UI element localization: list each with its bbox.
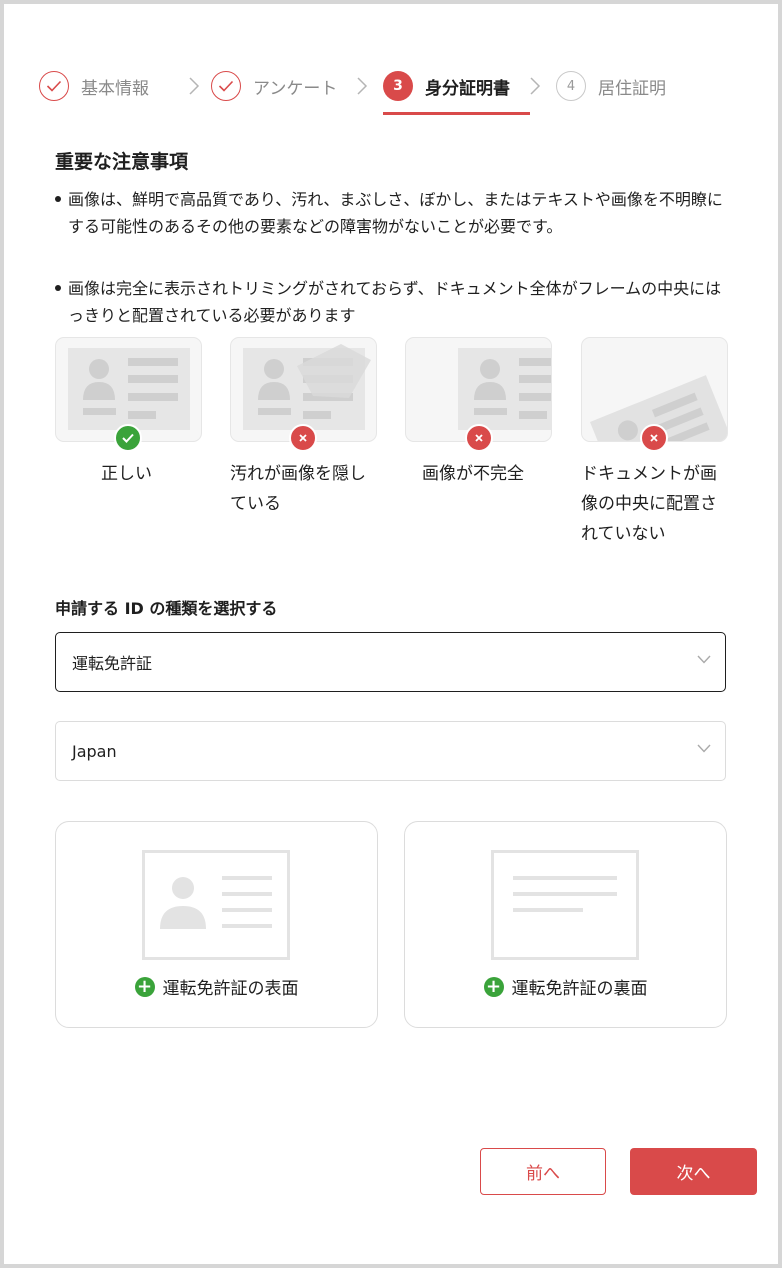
step-basic-info[interactable]: 基本情報 xyxy=(39,64,149,108)
close-icon xyxy=(289,424,317,452)
example-caption: ドキュメントが画像の中央に配置されていない xyxy=(581,464,717,544)
step-label: アンケート xyxy=(253,78,338,99)
country-value: Japan xyxy=(72,741,117,761)
example-caption: 画像が不完全 xyxy=(422,464,524,484)
check-icon xyxy=(114,424,142,452)
country-select[interactable]: Japan xyxy=(55,721,726,781)
upload-back[interactable]: + 運転免許証の裏面 xyxy=(404,821,727,1028)
id-card-back-icon xyxy=(491,850,639,960)
upload-front-text: 運転免許証の表面 xyxy=(162,979,299,999)
notice-bullet: 画像は完全に表示されトリミングがされておらず、ドキュメント全体がフレームの中央に… xyxy=(55,275,735,329)
plus-icon: + xyxy=(134,976,155,997)
notice-bullet: 画像は、鮮明で高品質であり、汚れ、まぶしさ、ぼかし、またはテキストや画像を不明瞭… xyxy=(55,186,735,240)
example-caption: 正しい xyxy=(101,464,152,484)
step-number: 3 xyxy=(383,71,413,101)
chevron-right-icon xyxy=(189,77,200,95)
id-card-front-icon xyxy=(142,850,290,960)
chevron-down-icon xyxy=(697,655,711,664)
next-button[interactable]: 次へ xyxy=(630,1148,757,1195)
upload-back-text: 運転免許証の裏面 xyxy=(511,979,648,999)
notice-bullet-text: 画像は、鮮明で高品質であり、汚れ、まぶしさ、ぼかし、またはテキストや画像を不明瞭… xyxy=(68,190,723,236)
upload-back-label: + 運転免許証の裏面 xyxy=(405,974,726,999)
step-number: 4 xyxy=(556,71,586,101)
chevron-right-icon xyxy=(530,77,541,95)
page-frame: 基本情報 アンケート 3 身分証明書 4 居住証明 重要な注意事項 画像は、鮮明… xyxy=(4,4,778,1264)
step-id-document[interactable]: 3 身分証明書 xyxy=(383,64,510,108)
id-type-title: 申請する ID の種類を選択する xyxy=(55,599,278,618)
prev-button[interactable]: 前へ xyxy=(480,1148,606,1195)
example-caption: 汚れが画像を隠している xyxy=(230,464,366,514)
notice-title: 重要な注意事項 xyxy=(55,151,189,173)
plus-icon: + xyxy=(483,976,504,997)
active-step-underline xyxy=(383,112,530,115)
upload-front-label: + 運転免許証の表面 xyxy=(56,974,377,999)
bullet-dot xyxy=(55,196,61,202)
step-label: 身分証明書 xyxy=(425,78,510,99)
step-label: 基本情報 xyxy=(81,78,149,99)
bullet-dot xyxy=(55,285,61,291)
document-type-select[interactable]: 運転免許証 xyxy=(55,632,726,692)
step-label: 居住証明 xyxy=(598,78,666,99)
check-icon xyxy=(211,71,241,101)
stepper: 基本情報 アンケート 3 身分証明書 4 居住証明 xyxy=(4,64,778,124)
document-type-value: 運転免許証 xyxy=(72,654,153,673)
notice-bullet-text: 画像は完全に表示されトリミングがされておらず、ドキュメント全体がフレームの中央に… xyxy=(68,279,722,325)
chevron-right-icon xyxy=(357,77,368,95)
upload-front[interactable]: + 運転免許証の表面 xyxy=(55,821,378,1028)
check-icon xyxy=(39,71,69,101)
chevron-down-icon xyxy=(697,744,711,753)
close-icon xyxy=(640,424,668,452)
step-proof-of-residence[interactable]: 4 居住証明 xyxy=(556,64,666,108)
close-icon xyxy=(465,424,493,452)
step-questionnaire[interactable]: アンケート xyxy=(211,64,337,108)
